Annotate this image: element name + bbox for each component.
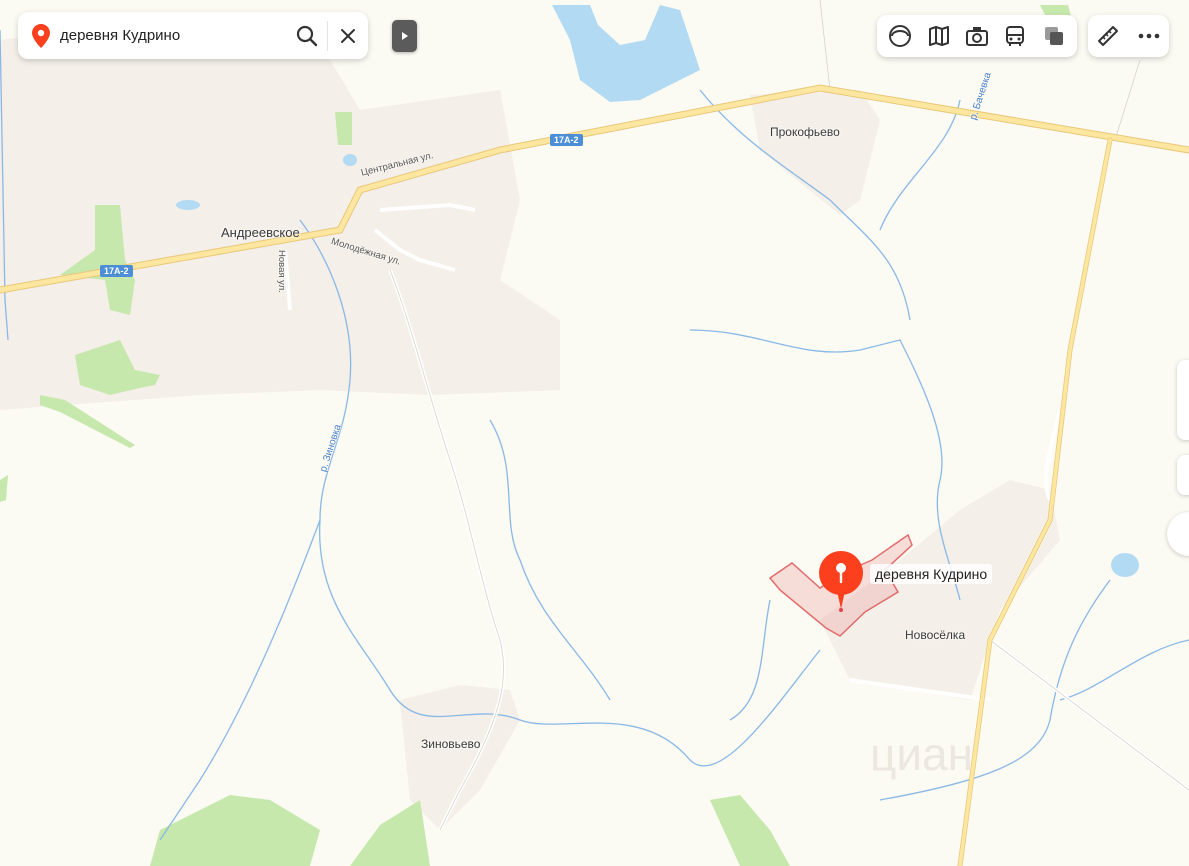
search-icon[interactable] bbox=[287, 16, 327, 56]
place-label-prokofevo: Прокофьево bbox=[770, 125, 840, 139]
place-label-novoselka: Новосёлка bbox=[905, 628, 966, 642]
search-query-text[interactable]: деревня Кудрино bbox=[60, 27, 287, 44]
play-arrow-icon bbox=[401, 31, 409, 41]
layers-toolbar bbox=[877, 15, 1077, 57]
street-label-novaya: Новая ул. bbox=[276, 250, 287, 293]
panorama-circle-icon[interactable] bbox=[881, 16, 919, 56]
bus-transit-icon[interactable] bbox=[996, 16, 1034, 56]
tools-toolbar bbox=[1088, 15, 1169, 57]
more-dots-icon[interactable] bbox=[1129, 16, 1169, 56]
panel-toggle-button[interactable] bbox=[392, 20, 417, 52]
map-pin[interactable] bbox=[817, 551, 865, 611]
map-canvas[interactable]: циан bbox=[0, 0, 1189, 866]
close-icon[interactable] bbox=[328, 16, 368, 56]
watermark: циан bbox=[870, 728, 973, 780]
place-label-zinovevo: Зиновьево bbox=[421, 737, 481, 751]
map-pin-label[interactable]: деревня Кудрино bbox=[870, 564, 993, 584]
rotate-control[interactable] bbox=[1177, 455, 1189, 495]
map-layers-icon[interactable] bbox=[919, 16, 957, 56]
zoom-control[interactable] bbox=[1177, 360, 1189, 440]
ruler-icon[interactable] bbox=[1088, 16, 1128, 56]
road-shield-center: 17А-2 bbox=[550, 134, 583, 146]
map-pin-icon bbox=[817, 551, 865, 615]
location-pin-icon bbox=[32, 23, 50, 48]
place-label-andreevskoe: Андреевское bbox=[221, 225, 300, 240]
road-shield-west: 17А-2 bbox=[100, 265, 133, 277]
search-bar: деревня Кудрино bbox=[18, 12, 368, 59]
map-type-icon[interactable] bbox=[1035, 16, 1073, 56]
camera-photo-icon[interactable] bbox=[958, 16, 996, 56]
